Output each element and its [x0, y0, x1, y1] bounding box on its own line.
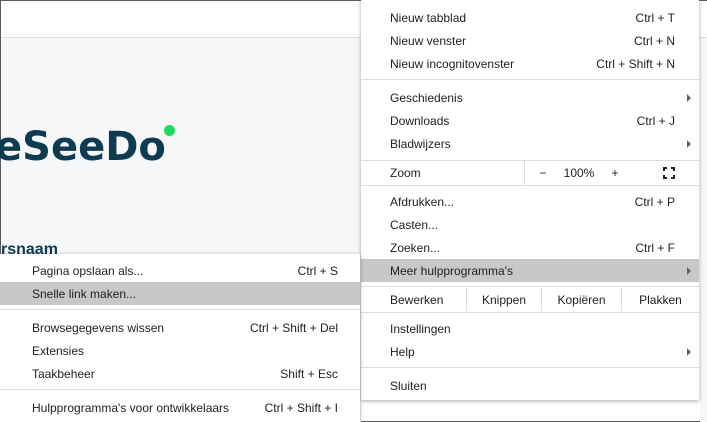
submenu-item-task-manager[interactable]: Taakbeheer Shift + Esc	[0, 362, 360, 385]
menu-item-label: Nieuw tabblad	[390, 10, 467, 25]
zoom-row: Zoom − 100% +	[361, 161, 699, 185]
submenu-item-save-page[interactable]: Pagina opslaan als... Ctrl + S	[0, 259, 360, 282]
menu-item-cast[interactable]: Casten...	[361, 213, 699, 236]
menu-item-label: Instellingen	[390, 321, 451, 336]
menu-item-label: Snelle link maken...	[32, 286, 137, 301]
menu-separator	[0, 309, 360, 310]
menu-item-bookmarks[interactable]: Bladwijzers	[361, 132, 699, 155]
menu-item-new-incognito[interactable]: Nieuw incognitovenster Ctrl + Shift + N	[361, 52, 699, 75]
menu-item-more-tools[interactable]: Meer hulpprogramma's	[361, 259, 699, 282]
menu-item-shortcut: Ctrl + T	[635, 10, 675, 25]
cut-button[interactable]: Knippen	[466, 288, 541, 311]
menu-item-exit[interactable]: Sluiten	[361, 374, 699, 397]
more-tools-submenu: Pagina opslaan als... Ctrl + S Snelle li…	[0, 254, 360, 422]
submenu-item-clear-data[interactable]: Browsegegevens wissen Ctrl + Shift + Del	[0, 316, 360, 339]
menu-item-label: Pagina opslaan als...	[32, 263, 144, 278]
menu-separator	[361, 367, 699, 368]
menu-item-help[interactable]: Help	[361, 340, 699, 363]
menu-separator	[361, 185, 699, 186]
submenu-item-extensions[interactable]: Extensies	[0, 339, 360, 362]
menu-item-label: Hulpprogramma's voor ontwikkelaars	[32, 400, 230, 415]
page-right-edge	[700, 38, 707, 422]
menu-item-shortcut: Ctrl + Shift + I	[264, 400, 338, 415]
fullscreen-icon[interactable]	[663, 167, 675, 179]
menu-item-new-window[interactable]: Nieuw venster Ctrl + N	[361, 29, 699, 52]
menu-item-shortcut: Shift + Esc	[280, 366, 338, 381]
edit-row: Bewerken Knippen Kopiëren Plakken	[361, 288, 699, 311]
menu-item-label: Bladwijzers	[390, 136, 451, 151]
site-logo: eSeeDo	[0, 124, 166, 170]
menu-item-label: Afdrukken...	[390, 194, 455, 209]
menu-item-label: Taakbeheer	[32, 366, 95, 381]
menu-separator	[361, 286, 699, 287]
menu-separator	[0, 389, 360, 390]
menu-item-label: Nieuw venster	[390, 33, 467, 48]
copy-button[interactable]: Kopiëren	[541, 288, 621, 311]
menu-item-label: Nieuw incognitovenster	[390, 56, 515, 71]
menu-item-label: Meer hulpprogramma's	[390, 263, 514, 278]
menu-item-settings[interactable]: Instellingen	[361, 317, 699, 340]
menu-separator	[361, 312, 699, 313]
browser-main-menu: Nieuw tabblad Ctrl + T Nieuw venster Ctr…	[361, 0, 699, 400]
logo-dot-icon	[164, 125, 175, 136]
menu-item-shortcut: Ctrl + Shift + N	[596, 56, 675, 71]
zoom-out-button[interactable]: −	[525, 166, 561, 180]
menu-item-shortcut: Ctrl + J	[636, 113, 675, 128]
menu-item-new-tab[interactable]: Nieuw tabblad Ctrl + T	[361, 6, 699, 29]
zoom-level: 100%	[563, 166, 595, 180]
submenu-arrow-icon	[687, 267, 691, 275]
menu-item-label: Downloads	[390, 113, 450, 128]
menu-item-shortcut: Ctrl + Shift + Del	[249, 320, 338, 335]
submenu-arrow-icon	[687, 94, 691, 102]
menu-item-label: Geschiedenis	[390, 90, 463, 105]
menu-item-shortcut: Ctrl + N	[633, 33, 675, 48]
menu-item-shortcut: Ctrl + S	[297, 263, 338, 278]
submenu-item-dev-tools[interactable]: Hulpprogramma's voor ontwikkelaars Ctrl …	[0, 396, 360, 419]
edit-label: Bewerken	[390, 292, 444, 307]
menu-item-shortcut: Ctrl + F	[635, 240, 675, 255]
menu-item-downloads[interactable]: Downloads Ctrl + J	[361, 109, 699, 132]
submenu-item-quick-link[interactable]: Snelle link maken...	[0, 282, 360, 305]
menu-item-history[interactable]: Geschiedenis	[361, 86, 699, 109]
submenu-arrow-icon	[687, 140, 691, 148]
zoom-in-button[interactable]: +	[597, 166, 633, 180]
menu-item-label: Extensies	[32, 343, 85, 358]
menu-item-label: Casten...	[390, 217, 439, 232]
menu-item-print[interactable]: Afdrukken... Ctrl + P	[361, 190, 699, 213]
paste-button[interactable]: Plakken	[621, 288, 699, 311]
menu-item-label: Help	[390, 344, 415, 359]
menu-item-label: Browsegegevens wissen	[32, 320, 165, 335]
menu-item-label: Zoeken...	[390, 240, 441, 255]
menu-item-label: Sluiten	[390, 378, 427, 393]
zoom-label: Zoom	[390, 166, 421, 180]
menu-item-find[interactable]: Zoeken... Ctrl + F	[361, 236, 699, 259]
menu-item-shortcut: Ctrl + P	[634, 194, 675, 209]
zoom-controls: − 100% +	[524, 161, 699, 185]
menu-separator	[361, 79, 699, 80]
submenu-arrow-icon	[687, 348, 691, 356]
